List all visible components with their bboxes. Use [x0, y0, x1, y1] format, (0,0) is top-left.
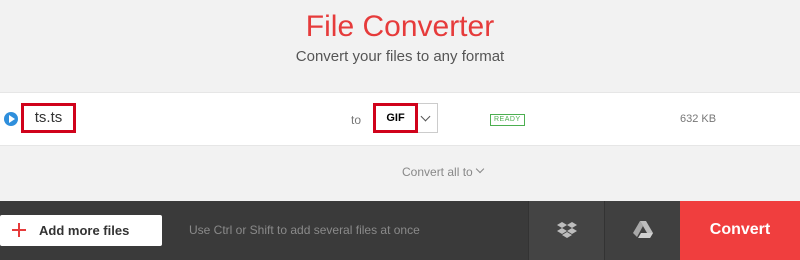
file-name: ts.ts: [34, 109, 63, 126]
chevron-down-icon[interactable]: [475, 164, 485, 174]
bottom-bar: Add more files Use Ctrl or Shift to add …: [0, 201, 800, 260]
add-more-files-label: Add more files: [39, 223, 130, 238]
multi-select-hint: Use Ctrl or Shift to add several files a…: [189, 223, 420, 237]
add-more-files-button[interactable]: Add more files: [0, 215, 162, 246]
dropbox-icon: [557, 222, 577, 238]
file-size: 632 KB: [680, 113, 717, 125]
format-highlight: GIF: [373, 103, 418, 133]
chevron-down-icon[interactable]: [420, 111, 431, 122]
play-icon[interactable]: [4, 112, 18, 126]
status-badge: READY: [490, 114, 525, 126]
convert-all-dropdown[interactable]: Convert all to: [402, 165, 473, 179]
convert-button[interactable]: Convert: [680, 201, 800, 260]
file-row: ts.ts to GIF READY 632 KB: [0, 92, 800, 146]
filename-highlight: ts.ts: [21, 103, 76, 133]
format-value: GIF: [386, 112, 405, 124]
google-drive-icon: [633, 221, 653, 238]
page-title: File Converter: [305, 10, 495, 43]
dropbox-button[interactable]: [528, 201, 604, 260]
format-select[interactable]: GIF: [373, 103, 438, 133]
plus-icon: [12, 223, 26, 237]
page-subtitle: Convert your files to any format: [295, 48, 505, 65]
page-header: File Converter Convert your files to any…: [0, 0, 800, 92]
google-drive-button[interactable]: [604, 201, 680, 260]
to-label: to: [351, 113, 362, 127]
convert-label: Convert: [709, 221, 771, 238]
